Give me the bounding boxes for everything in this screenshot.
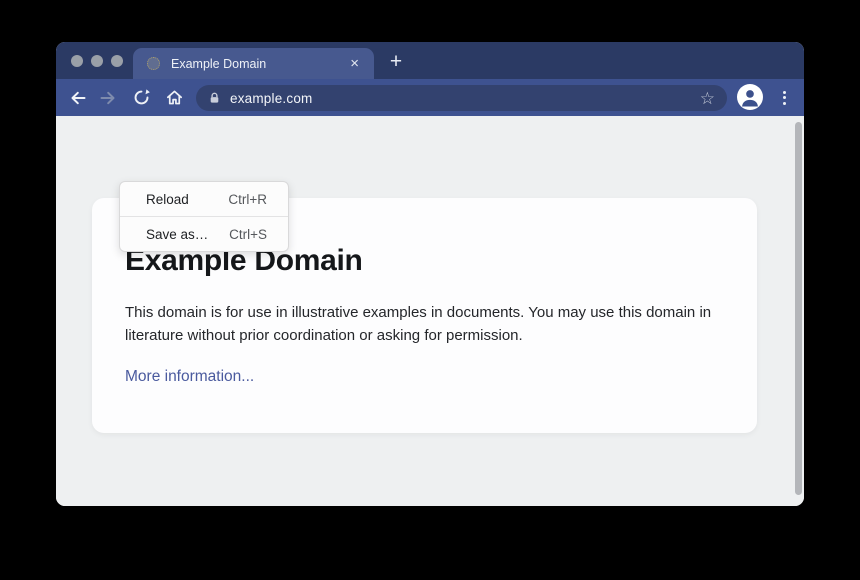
traffic-light-maximize[interactable]	[111, 55, 123, 67]
more-information-link[interactable]: More information...	[125, 368, 254, 386]
home-icon	[165, 88, 184, 107]
tab-close-icon[interactable]: ×	[346, 54, 363, 73]
bookmark-star-icon[interactable]: ☆	[700, 90, 715, 107]
window-controls	[71, 55, 123, 67]
url-text: example.com	[230, 91, 700, 106]
avatar-icon	[739, 86, 761, 108]
menu-item-label: Save as…	[146, 227, 208, 242]
reload-icon	[132, 88, 151, 107]
title-bar: Example Domain × +	[56, 42, 804, 79]
browser-menu-button[interactable]	[777, 85, 791, 110]
menu-item-shortcut: Ctrl+S	[229, 227, 267, 242]
menu-item-shortcut: Ctrl+R	[228, 192, 267, 207]
address-bar[interactable]: example.com ☆	[196, 85, 727, 111]
forward-button[interactable]	[95, 85, 121, 111]
menu-item-save-as[interactable]: Save as… Ctrl+S	[120, 217, 288, 251]
vertical-scrollbar[interactable]	[795, 122, 802, 495]
traffic-light-minimize[interactable]	[91, 55, 103, 67]
lock-icon	[208, 91, 221, 105]
menu-item-label: Reload	[146, 192, 189, 207]
reload-button[interactable]	[128, 85, 154, 111]
home-button[interactable]	[161, 85, 187, 111]
menu-item-reload[interactable]: Reload Ctrl+R	[120, 182, 288, 216]
forward-icon	[98, 88, 118, 108]
page-viewport: Reload Ctrl+R Save as… Ctrl+S Example Do…	[56, 116, 804, 506]
traffic-light-close[interactable]	[71, 55, 83, 67]
browser-window: Example Domain × + example.com ☆	[56, 42, 804, 506]
tab-example-domain[interactable]: Example Domain ×	[133, 48, 374, 79]
profile-avatar[interactable]	[737, 84, 763, 110]
favicon-icon	[147, 57, 160, 70]
page-paragraph: This domain is for use in illustrative e…	[125, 302, 713, 347]
context-menu: Reload Ctrl+R Save as… Ctrl+S	[119, 181, 289, 252]
back-button[interactable]	[65, 85, 91, 111]
new-tab-button[interactable]: +	[385, 51, 407, 73]
back-icon	[68, 88, 88, 108]
tab-title: Example Domain	[171, 57, 346, 71]
navigation-toolbar: example.com ☆	[56, 79, 804, 116]
kebab-menu-icon	[783, 91, 786, 94]
